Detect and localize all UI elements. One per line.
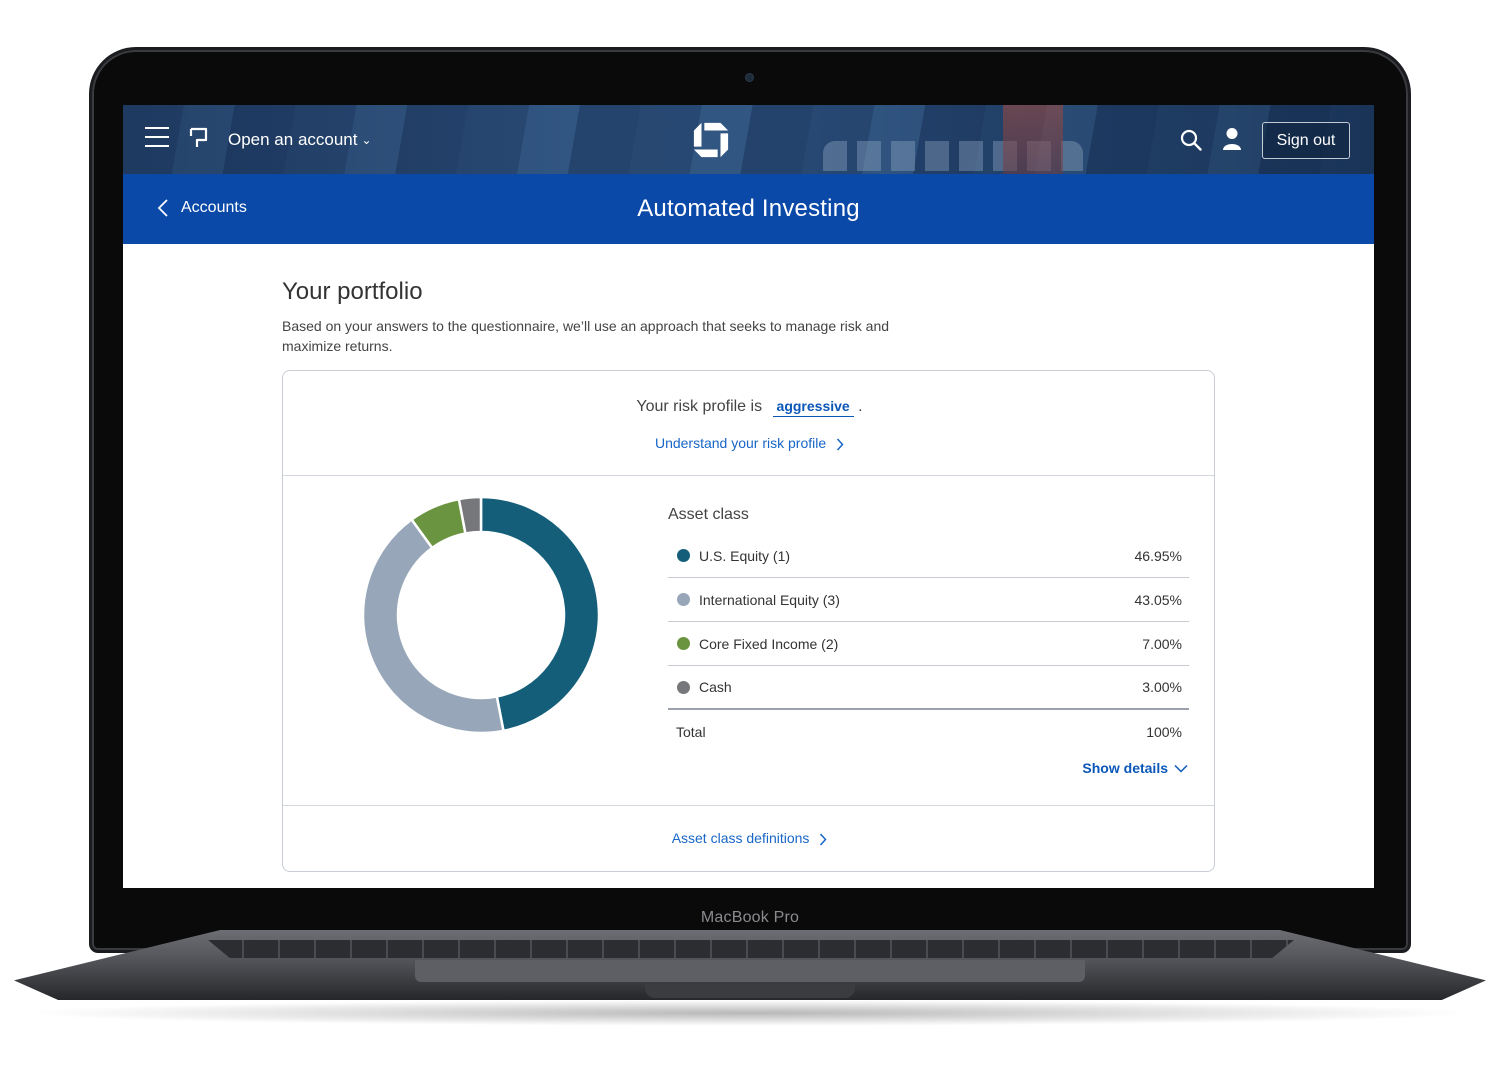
legend-dot bbox=[677, 680, 690, 694]
total-label: Total bbox=[676, 724, 706, 740]
allocation-donut-chart bbox=[363, 497, 599, 733]
chevron-right-icon bbox=[836, 438, 844, 451]
device-brand-label: MacBook Pro bbox=[700, 909, 800, 926]
asset-class-table: U.S. Equity (1) 46.95% International Equ… bbox=[668, 534, 1189, 754]
hinge-notch bbox=[645, 984, 855, 998]
asset-row: International Equity (3) 43.05% bbox=[668, 578, 1189, 622]
total-row: Total 100% bbox=[668, 710, 1189, 754]
total-value: 100% bbox=[1146, 724, 1182, 740]
card-divider bbox=[283, 805, 1214, 806]
risk-profile-suffix: . bbox=[858, 398, 863, 415]
menu-icon[interactable] bbox=[145, 127, 169, 149]
screen: Open an account ⌄ Sign out Accounts Autom… bbox=[123, 105, 1374, 888]
page-header-title: Automated Investing bbox=[637, 195, 860, 222]
legend-dot bbox=[677, 593, 690, 606]
risk-profile-line: Your risk profile is aggressive . bbox=[283, 398, 1216, 417]
top-navigation-bar: Open an account ⌄ Sign out bbox=[123, 105, 1374, 174]
risk-link-label: Understand your risk profile bbox=[654, 435, 827, 451]
asset-name: U.S. Equity (1) bbox=[699, 547, 791, 564]
portfolio-title: Your portfolio bbox=[282, 278, 423, 305]
chase-logo-icon[interactable] bbox=[692, 121, 730, 159]
definitions-link-label: Asset class definitions bbox=[671, 830, 810, 846]
asset-row: Cash 3.00% bbox=[668, 666, 1189, 710]
asset-name: International Equity (3) bbox=[699, 591, 840, 608]
open-account-menu[interactable]: Open an account ⌄ bbox=[228, 130, 372, 150]
asset-class-header: Asset class bbox=[668, 506, 749, 523]
legend-dot bbox=[677, 637, 690, 650]
user-icon[interactable] bbox=[1222, 127, 1242, 151]
trackpad bbox=[415, 960, 1085, 982]
asset-percent: 43.05% bbox=[1134, 591, 1182, 608]
understand-risk-profile-link[interactable]: Understand your risk profile bbox=[283, 435, 1216, 451]
open-account-label: Open an account bbox=[228, 130, 358, 149]
base-shadow bbox=[20, 1000, 1480, 1026]
flag-icon[interactable] bbox=[189, 126, 209, 150]
donut-segment bbox=[363, 517, 505, 733]
chevron-right-icon bbox=[820, 833, 827, 846]
asset-percent: 7.00% bbox=[1142, 635, 1182, 652]
portfolio-card: Your risk profile is aggressive . Unders… bbox=[282, 370, 1215, 872]
asset-class-definitions-link[interactable]: Asset class definitions bbox=[283, 830, 1216, 846]
show-details-label: Show details bbox=[1082, 760, 1168, 776]
chevron-down-icon: ⌄ bbox=[361, 133, 372, 147]
asset-row: U.S. Equity (1) 46.95% bbox=[668, 534, 1189, 578]
sign-out-button[interactable]: Sign out bbox=[1262, 122, 1350, 159]
card-divider bbox=[283, 475, 1214, 476]
portfolio-intro: Based on your answers to the questionnai… bbox=[282, 318, 890, 354]
chevron-down-icon bbox=[1174, 764, 1188, 773]
risk-profile-prefix: Your risk profile is bbox=[636, 398, 763, 415]
asset-row: Core Fixed Income (2) 7.00% bbox=[668, 622, 1189, 666]
donut-segment bbox=[479, 497, 599, 733]
asset-percent: 3.00% bbox=[1142, 679, 1182, 695]
header-background-decoration bbox=[1003, 105, 1063, 174]
search-icon[interactable] bbox=[1180, 129, 1202, 151]
legend-dot bbox=[677, 549, 690, 562]
asset-name: Core Fixed Income (2) bbox=[699, 635, 839, 652]
risk-profile-value[interactable]: aggressive bbox=[772, 398, 854, 417]
keyboard bbox=[208, 940, 1294, 958]
asset-name: Cash bbox=[699, 679, 732, 695]
show-details-button[interactable]: Show details bbox=[1082, 760, 1188, 776]
page-header-bar: Accounts Automated Investing bbox=[123, 174, 1374, 244]
camera bbox=[746, 74, 753, 81]
asset-percent: 46.95% bbox=[1134, 547, 1182, 564]
